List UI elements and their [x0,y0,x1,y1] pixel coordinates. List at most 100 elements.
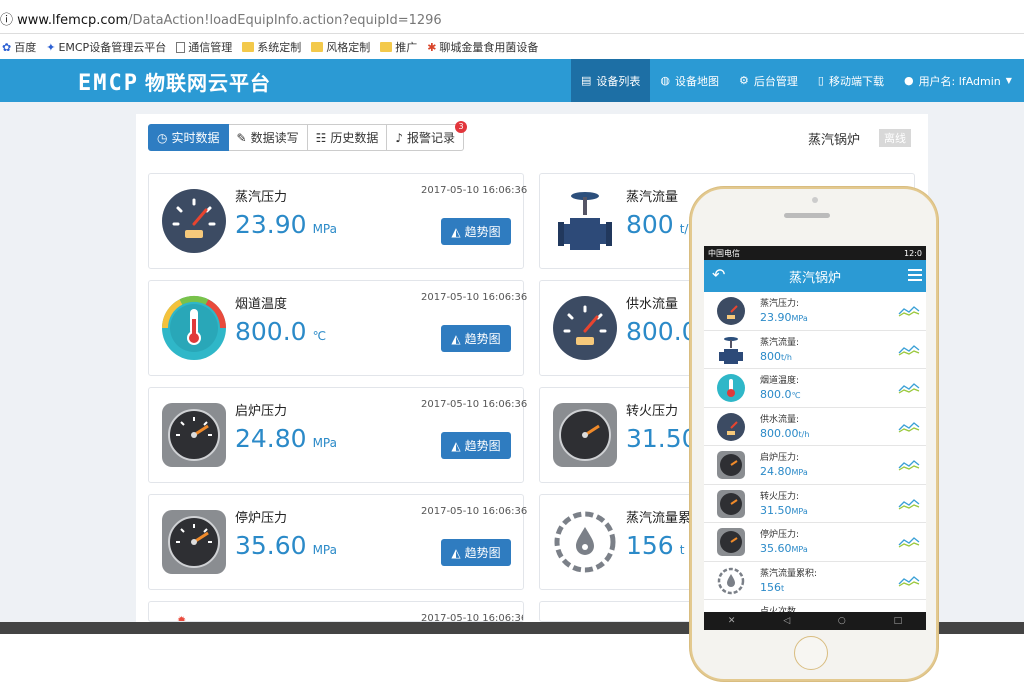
dark-gauge-icon [717,412,745,441]
flame-icon: ✹ [177,614,187,622]
app-header: EMCP 物联网云平台 ▤ 设备列表 ◍ 设备地图 ⚙ 后台管理 ▯ 移动端下载 … [0,59,1024,102]
url-host: www.lfemcp.com [17,13,129,28]
phone-list-item[interactable]: 供水流量: 800.00t/h [704,408,926,446]
value-number: 31.50 [760,503,792,517]
trend-button[interactable]: ◭ 趋势图 [441,539,511,566]
phone-list-item[interactable]: 转火压力: 31.50MPa [704,485,926,523]
value-number: 800 [626,210,674,239]
url-path: /DataAction!loadEquipInfo.action?equipId… [128,13,442,28]
sparkline-icon [898,460,920,471]
nav-device-list[interactable]: ▤ 设备列表 [571,59,651,102]
trend-button[interactable]: ◭ 趋势图 [441,432,511,459]
phone-row-value: 31.50MPa [760,504,808,517]
bookmark-system[interactable]: 系统定制 [242,39,301,55]
bookmark-emcp[interactable]: ✦ EMCP设备管理云平台 [46,39,166,55]
value-unit: MPa [791,506,808,516]
value-number: 800.00 [760,426,799,440]
tab-realtime[interactable]: ◷ 实时数据 [148,124,229,151]
back-triangle-icon[interactable]: ◁ [783,616,790,626]
valve-icon [558,192,612,250]
sensor-card-partial: 2017-05-10 16:06:36 ✹ [148,601,524,622]
phone-row-value: 800.00t/h [760,427,809,440]
square-gauge-icon [717,451,745,479]
sparkline-icon [898,537,920,548]
folder-icon [242,42,255,52]
home-circle-icon[interactable]: ○ [838,616,846,626]
sensor-timestamp: 2017-05-10 16:06:36 [421,185,528,196]
tab-label: 数据读写 [250,131,299,145]
recent-square-icon[interactable]: □ [894,616,903,626]
nav-user-menu[interactable]: ● 用户名: lfAdmin ▼ [894,59,1022,102]
phone-list-item[interactable]: 蒸汽流量累积: 156t [704,562,926,600]
tab-alarms[interactable]: ♪ 报警记录 3 [387,121,468,151]
tab-label: 实时数据 [171,131,220,145]
value-number: 24.80 [235,424,307,453]
value-number: 23.90 [235,210,307,239]
value-number: 800.0 [760,388,792,401]
paw-icon: ✿ [2,40,12,54]
speaker-slot [784,213,830,218]
bookmark-baidu[interactable]: ✿ 百度 [2,39,36,55]
back-arrow-icon[interactable]: ↶ [712,265,725,284]
phone-clock: 12:0 [904,248,922,258]
maple-icon: ✱ [427,40,437,54]
sparkline-icon [898,498,920,510]
bookmark-label: 推广 [395,41,418,54]
nav-label: 后台管理 [753,74,798,88]
bookmark-style[interactable]: 风格定制 [311,39,370,55]
tab-history[interactable]: ☷ 历史数据 [307,124,388,151]
camera-dot [812,197,818,203]
value-unit: MPa [791,468,808,477]
sparkline-icon [898,344,920,356]
bookmark-liaocheng[interactable]: ✱ 聊城金量食用菌设备 [427,39,538,55]
dark-gauge-icon [717,297,745,325]
phone-list-item[interactable]: 蒸汽流量: 800t/h [704,331,926,369]
drop-gauge-icon [554,511,616,573]
trend-button[interactable]: ◭ 趋势图 [441,325,511,352]
hamburger-menu-icon[interactable] [908,269,922,281]
nav-mobile-download[interactable]: ▯ 移动端下载 [808,59,894,102]
bookmark-label: 风格定制 [326,41,371,54]
sensor-title: 启炉压力 [235,404,288,419]
bookmark-promo[interactable]: 推广 [380,39,417,55]
screenshot-root: ⓘ www.lfemcp.com/DataAction!loadEquipInf… [0,0,1024,682]
gears-icon: ⚙ [739,74,749,87]
area-chart-icon: ◭ [451,331,461,346]
logo[interactable]: EMCP 物联网云平台 [78,67,271,96]
home-button[interactable] [794,636,828,670]
trend-button[interactable]: ◭ 趋势图 [441,218,511,245]
nav-admin[interactable]: ⚙ 后台管理 [729,59,808,102]
bookmark-label: 聊城金量食用菌设备 [439,41,539,54]
close-icon[interactable]: ✕ [728,616,736,626]
status-badge: 离线 [879,129,911,147]
folder-icon [380,42,393,52]
value-unit: MPa [312,222,337,236]
sensor-timestamp: 2017-05-10 16:06:36 [421,399,528,410]
phone-list-item[interactable]: 启炉压力: 24.80MPa [704,446,926,485]
trend-label: 趋势图 [464,439,501,453]
data-tabs: ◷ 实时数据 ✎ 数据读写 ☷ 历史数据 ♪ 报警记录 3 [148,121,468,151]
sensor-value: 156 t [626,531,684,560]
sparkline-icon [898,306,920,317]
mobile-icon: ▯ [817,74,824,87]
thermometer-icon [717,374,745,402]
tab-label: 历史数据 [330,131,379,145]
address-bar[interactable]: ⓘ www.lfemcp.com/DataAction!loadEquipInf… [0,10,1024,34]
phone-status-bar: 中国电信 12:0 [704,246,926,260]
sparkline-icon [898,383,920,394]
bookmark-comm[interactable]: 通信管理 [176,39,232,55]
value-unit: t/h [798,429,810,439]
sensor-title: 转火压力 [626,404,679,419]
phone-row-value: 23.90MPa [760,311,808,324]
phone-list-item[interactable]: 蒸汽压力: 23.90MPa [704,292,926,331]
value-unit: MPa [791,314,808,323]
nav-device-map[interactable]: ◍ 设备地图 [650,59,729,102]
phone-row-title: 蒸汽压力: [760,299,800,309]
tab-read-write[interactable]: ✎ 数据读写 [228,124,308,151]
trend-label: 趋势图 [464,332,501,346]
phone-list-item[interactable]: 停炉压力: 35.60MPa [704,523,926,562]
value-number: 156 [760,580,781,594]
phone-list-item[interactable]: 烟道温度: 800.0℃ [704,369,926,408]
phone-row-title: 供水流量: [760,414,800,425]
nav-label: 用户名: lfAdmin [918,74,1001,88]
